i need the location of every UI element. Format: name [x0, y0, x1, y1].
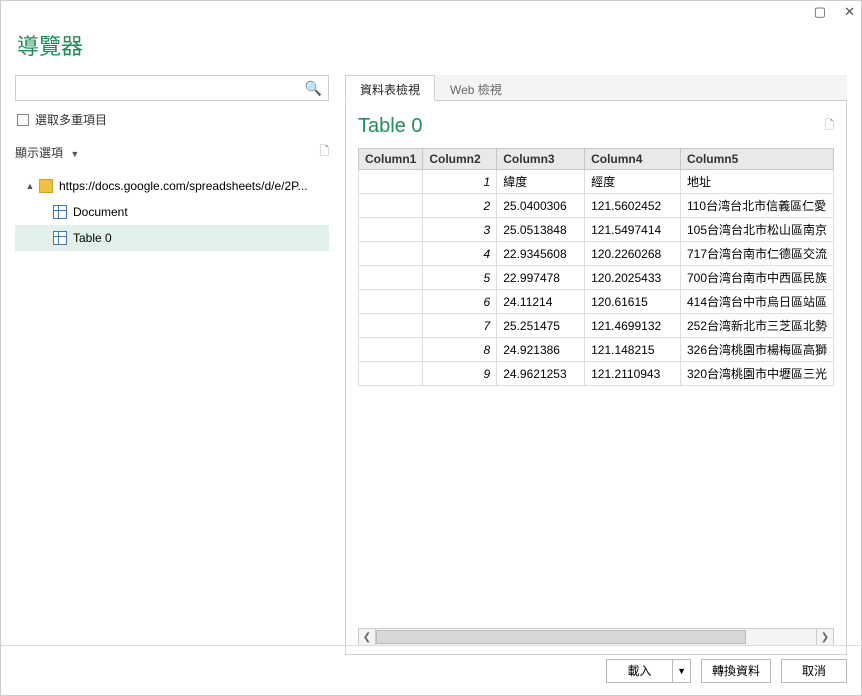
- cell[interactable]: [359, 218, 423, 242]
- cell[interactable]: [359, 242, 423, 266]
- search-icon[interactable]: 🔍: [305, 80, 322, 97]
- table-icon: [53, 205, 67, 219]
- cell[interactable]: 24.11214: [497, 290, 585, 314]
- preview-table: Column1 Column2 Column3 Column4 Column5 …: [358, 148, 834, 386]
- cell[interactable]: 22.9345608: [497, 242, 585, 266]
- table-row[interactable]: 422.9345608120.2260268717台湾台南市仁德區交流: [359, 242, 834, 266]
- cell[interactable]: 25.251475: [497, 314, 585, 338]
- cell[interactable]: 700台湾台南市中西區民族: [680, 266, 833, 290]
- scroll-right-icon[interactable]: ❯: [816, 628, 834, 646]
- cell[interactable]: 1: [423, 170, 497, 194]
- cell[interactable]: 24.921386: [497, 338, 585, 362]
- cell[interactable]: 105台湾台北市松山區南京: [680, 218, 833, 242]
- load-dropdown-button[interactable]: ▼: [672, 659, 691, 683]
- load-button[interactable]: 載入: [606, 659, 672, 683]
- checkbox-icon[interactable]: [17, 114, 29, 126]
- cell[interactable]: 22.997478: [497, 266, 585, 290]
- cell[interactable]: 25.0513848: [497, 218, 585, 242]
- scroll-thumb[interactable]: [376, 630, 746, 644]
- cell[interactable]: 24.9621253: [497, 362, 585, 386]
- refresh-icon[interactable]: 🗋: [319, 142, 329, 163]
- cell[interactable]: [359, 194, 423, 218]
- cell[interactable]: 緯度: [497, 170, 585, 194]
- preview-title: Table 0: [358, 115, 423, 138]
- cell[interactable]: 120.2260268: [585, 242, 681, 266]
- scroll-left-icon[interactable]: ❮: [358, 628, 376, 646]
- cell[interactable]: 8: [423, 338, 497, 362]
- cell[interactable]: 121.148215: [585, 338, 681, 362]
- table-row[interactable]: 924.9621253121.2110943320台湾桃園市中壢區三光: [359, 362, 834, 386]
- cell[interactable]: 經度: [585, 170, 681, 194]
- table-row[interactable]: 225.0400306121.5602452110台湾台北市信義區仁愛: [359, 194, 834, 218]
- cell[interactable]: 121.5602452: [585, 194, 681, 218]
- table-row[interactable]: 824.921386121.148215326台湾桃園市楊梅區高獅: [359, 338, 834, 362]
- table-row[interactable]: 325.0513848121.5497414105台湾台北市松山區南京: [359, 218, 834, 242]
- cell[interactable]: 120.2025433: [585, 266, 681, 290]
- cancel-button[interactable]: 取消: [781, 659, 847, 683]
- cell[interactable]: [359, 266, 423, 290]
- column-header[interactable]: Column4: [585, 149, 681, 170]
- close-icon[interactable]: ✕: [844, 4, 855, 20]
- cell[interactable]: 地址: [680, 170, 833, 194]
- table-icon: [53, 231, 67, 245]
- tree-item-document[interactable]: Document: [15, 199, 329, 225]
- search-input[interactable]: [22, 81, 305, 95]
- navigator-tree: ▲ https://docs.google.com/spreadsheets/d…: [15, 173, 329, 251]
- cell[interactable]: 3: [423, 218, 497, 242]
- preview-refresh-icon[interactable]: 🗋: [824, 116, 834, 137]
- dialog-title: 導覽器: [1, 23, 861, 75]
- cell[interactable]: [359, 314, 423, 338]
- table-row[interactable]: 725.251475121.4699132252台湾新北市三芝區北勢: [359, 314, 834, 338]
- cell[interactable]: 9: [423, 362, 497, 386]
- column-header[interactable]: Column2: [423, 149, 497, 170]
- cell[interactable]: 252台湾新北市三芝區北勢: [680, 314, 833, 338]
- tree-root[interactable]: ▲ https://docs.google.com/spreadsheets/d…: [15, 173, 329, 199]
- cell[interactable]: 110台湾台北市信義區仁愛: [680, 194, 833, 218]
- cell[interactable]: 25.0400306: [497, 194, 585, 218]
- column-header[interactable]: Column1: [359, 149, 423, 170]
- table-row[interactable]: 624.11214120.61615414台湾台中市烏日區站區: [359, 290, 834, 314]
- cell[interactable]: [359, 170, 423, 194]
- column-header[interactable]: Column3: [497, 149, 585, 170]
- folder-icon: [39, 179, 53, 193]
- cell[interactable]: 326台湾桃園市楊梅區高獅: [680, 338, 833, 362]
- cell[interactable]: 7: [423, 314, 497, 338]
- tab-table-view[interactable]: 資料表檢視: [345, 75, 435, 101]
- table-row[interactable]: 1緯度經度地址: [359, 170, 834, 194]
- multi-select-label: 選取多重項目: [35, 111, 107, 128]
- transform-button[interactable]: 轉換資料: [701, 659, 771, 683]
- cell[interactable]: 2: [423, 194, 497, 218]
- chevron-down-icon: ▼: [70, 149, 79, 159]
- cell[interactable]: [359, 362, 423, 386]
- cell[interactable]: 320台湾桃園市中壢區三光: [680, 362, 833, 386]
- cell[interactable]: 121.2110943: [585, 362, 681, 386]
- table-row[interactable]: 522.997478120.2025433700台湾台南市中西區民族: [359, 266, 834, 290]
- tree-item-table0[interactable]: Table 0: [15, 225, 329, 251]
- column-header[interactable]: Column5: [680, 149, 833, 170]
- expand-icon[interactable]: ▲: [25, 181, 35, 191]
- maximize-icon[interactable]: ▢: [814, 4, 826, 20]
- horizontal-scrollbar[interactable]: ❮ ❯: [358, 628, 834, 646]
- cell[interactable]: 6: [423, 290, 497, 314]
- cell[interactable]: 120.61615: [585, 290, 681, 314]
- tab-web-view[interactable]: Web 檢視: [435, 75, 517, 100]
- cell[interactable]: 5: [423, 266, 497, 290]
- cell[interactable]: 717台湾台南市仁德區交流: [680, 242, 833, 266]
- multi-select-checkbox[interactable]: 選取多重項目: [15, 111, 329, 128]
- cell[interactable]: [359, 290, 423, 314]
- cell[interactable]: [359, 338, 423, 362]
- cell[interactable]: 414台湾台中市烏日區站區: [680, 290, 833, 314]
- cell[interactable]: 4: [423, 242, 497, 266]
- display-options-dropdown[interactable]: 顯示選項 ▼: [15, 144, 79, 161]
- cell[interactable]: 121.4699132: [585, 314, 681, 338]
- cell[interactable]: 121.5497414: [585, 218, 681, 242]
- search-box[interactable]: 🔍: [15, 75, 329, 101]
